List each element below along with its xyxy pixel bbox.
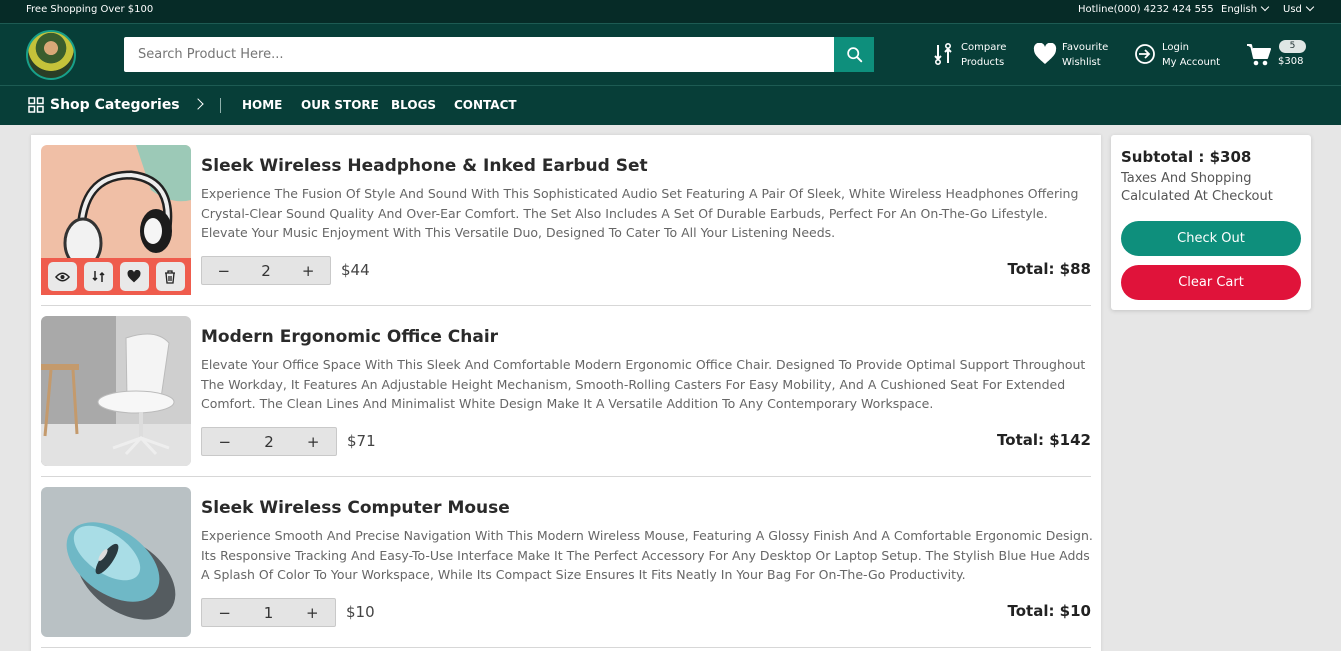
decrease-quantity-button[interactable]: − [219,433,232,451]
compare-button[interactable] [83,262,113,291]
nav-contact[interactable]: CONTACT [454,98,517,112]
unit-price: $10 [346,603,375,621]
wishlist-link[interactable]: Favourite Wishlist [1062,40,1108,70]
quantity-value[interactable]: 2 [261,262,271,280]
account-link[interactable]: Login My Account [1162,40,1220,70]
increase-quantity-button[interactable]: + [306,604,319,622]
mouse-image [41,487,191,637]
line-total: Total: $10 [1007,602,1091,620]
product-image-chair[interactable] [41,316,191,466]
decrease-quantity-button[interactable]: − [218,604,231,622]
nav-divider [220,98,221,113]
cart-items-panel: Sleek Wireless Headphone & Inked Earbud … [31,135,1101,651]
quantity-stepper: − 2 + [201,256,331,285]
search-button[interactable] [834,37,874,72]
nav-our-store[interactable]: OUR STORE [301,98,379,112]
grid-icon [28,97,44,113]
heart-icon [127,270,141,283]
wishlist-label-2: Wishlist [1062,57,1101,68]
product-actions-bar [41,258,191,295]
login-label: Login [1162,42,1189,53]
shop-categories-button[interactable]: Shop Categories [28,97,180,113]
increase-quantity-button[interactable]: + [302,262,315,280]
product-title[interactable]: Sleek Wireless Computer Mouse [201,498,510,518]
cart-item: Modern Ergonomic Office Chair Elevate Yo… [41,306,1091,477]
view-button[interactable] [47,262,77,291]
my-account-label: My Account [1162,57,1221,68]
checkout-button[interactable]: Check Out [1121,221,1301,256]
compare-label-1: Compare [961,42,1007,53]
compare-label-2: Products [961,57,1005,68]
chevron-right-icon[interactable] [192,98,204,110]
cart-total-text: $308 [1278,56,1304,67]
heart-icon [1033,43,1057,64]
cart-icon[interactable] [1246,43,1272,67]
quantity-value[interactable]: 2 [264,433,274,451]
compare-icon [91,271,105,282]
quantity-value[interactable]: 1 [264,604,274,622]
compare-icon [934,42,952,65]
line-total: Total: $88 [1007,260,1091,278]
subtotal-text: Subtotal : $308 [1121,148,1252,166]
shop-categories-label: Shop Categories [50,97,180,113]
product-description: Experience The Fusion Of Style And Sound… [201,186,1079,241]
tax-note: Taxes And Shopping Calculated At Checkou… [1121,171,1273,204]
currency-label: Usd [1283,4,1302,15]
nav-home[interactable]: HOME [242,98,282,112]
main-nav: Shop Categories HOME OUR STORE BLOGS CON… [0,85,1341,125]
trash-icon [165,269,175,284]
cart-item: Sleek Wireless Computer Mouse Experience… [41,477,1093,648]
chevron-down-icon [1260,2,1270,12]
top-bar: Free Shopping Over $100 Hotline(000) 423… [0,0,1341,23]
product-title[interactable]: Modern Ergonomic Office Chair [201,327,498,347]
main-header: Compare Products Favourite Wishlist Logi… [0,23,1341,85]
hotline-text: Hotline(000) 4232 424 555 [1078,4,1214,15]
cart-count-badge: 5 [1279,40,1306,53]
nav-blogs[interactable]: BLOGS [391,98,436,112]
product-title[interactable]: Sleek Wireless Headphone & Inked Earbud … [201,156,648,176]
language-select[interactable]: English [1221,2,1270,15]
decrease-quantity-button[interactable]: − [218,262,231,280]
unit-price: $71 [347,432,376,450]
quantity-stepper: − 2 + [201,427,337,456]
login-icon [1135,44,1155,64]
chevron-down-icon [1305,2,1315,12]
increase-quantity-button[interactable]: + [307,433,320,451]
avatar[interactable] [26,30,76,80]
promo-text: Free Shopping Over $100 [26,4,154,15]
cart-item: Sleek Wireless Headphone & Inked Earbud … [41,135,1091,306]
product-description: Experience Smooth And Precise Navigation… [201,528,1093,583]
unit-price: $44 [341,261,370,279]
line-total: Total: $142 [997,431,1091,449]
language-label: English [1221,4,1258,15]
wishlist-button[interactable] [119,262,149,291]
eye-icon [54,272,70,281]
delete-button[interactable] [155,262,185,291]
wishlist-label-1: Favourite [1062,42,1109,53]
quantity-stepper: − 1 + [201,598,336,627]
search-input[interactable] [124,37,834,72]
compare-products-link[interactable]: Compare Products [961,40,1006,70]
product-image-mouse[interactable] [41,487,191,637]
cart-summary: Subtotal : $308 Taxes And Shopping Calcu… [1111,135,1311,310]
product-description: Elevate Your Office Space With This Slee… [201,357,1086,412]
search-icon [846,47,862,63]
currency-select[interactable]: Usd [1283,2,1315,15]
clear-cart-button[interactable]: Clear Cart [1121,265,1301,300]
chair-image [41,316,191,466]
